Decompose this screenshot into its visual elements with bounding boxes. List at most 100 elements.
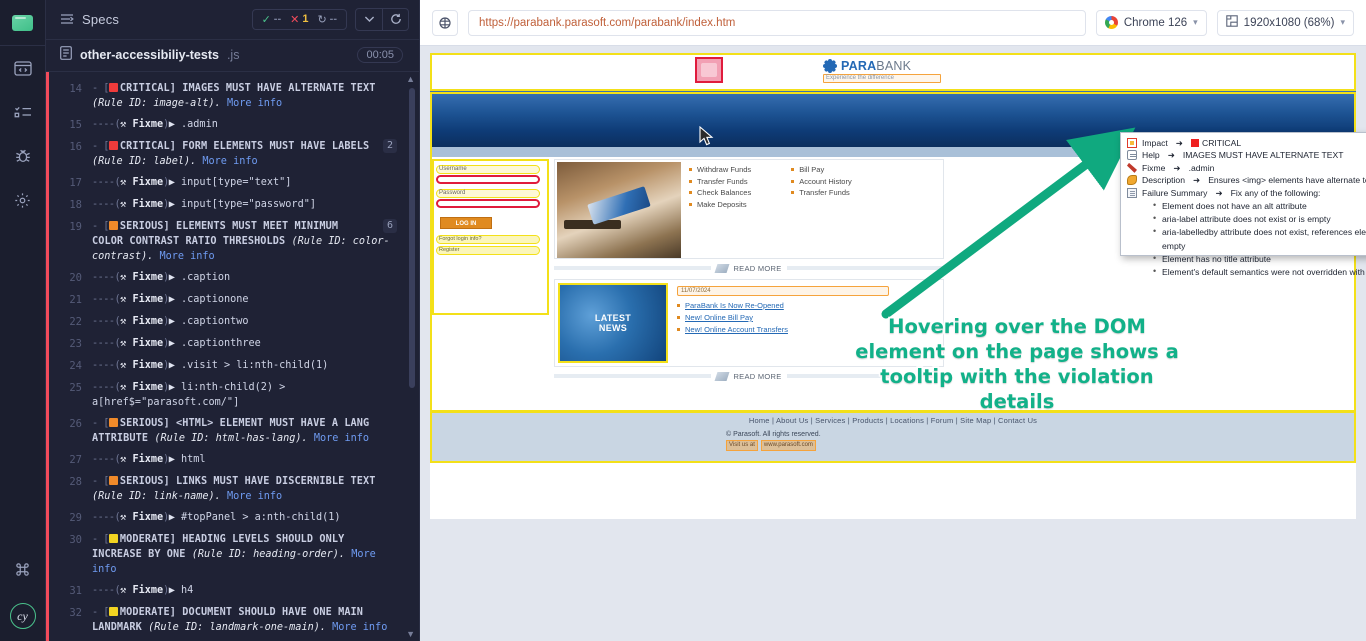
- more-info-link[interactable]: More info: [227, 491, 282, 502]
- expand-triangle-icon[interactable]: ▶: [169, 585, 181, 596]
- register-link[interactable]: Register: [436, 246, 540, 255]
- log-violation-row[interactable]: 30 - [MODERATE] HEADING LEVELS SHOULD ONL…: [46, 529, 419, 580]
- more-info-link[interactable]: More info: [227, 98, 282, 109]
- more-info-link[interactable]: More info: [202, 156, 257, 167]
- chevron-down-icon[interactable]: [356, 9, 382, 30]
- news-link[interactable]: New! Online Account Transfers: [677, 324, 788, 336]
- log-fixme-row[interactable]: 18 ----(⚒ Fixme)▶ input[type="password"]: [46, 194, 419, 216]
- fixme-label: ⚒ Fixme: [120, 511, 164, 523]
- spec-file-row[interactable]: other-accessibiliy-tests .js 00:05: [46, 40, 419, 71]
- cypress-account-badge[interactable]: cy: [0, 591, 46, 641]
- collapse-sidebar-icon[interactable]: [60, 13, 74, 25]
- tooltip-key: Description: [1142, 175, 1185, 186]
- browser-selector[interactable]: Chrome 126 ▾: [1095, 9, 1207, 36]
- log-violation-row[interactable]: 19 6- [SERIOUS] ELEMENTS MUST MEET MINIMU…: [46, 216, 419, 267]
- password-label: Password: [436, 189, 540, 198]
- log-line-text: ----(⚒ Fixme)▶ input[type="password"]: [92, 198, 316, 210]
- promo-list-item[interactable]: Transfer Funds: [791, 187, 852, 199]
- fixme-label: ⚒ Fixme: [120, 453, 164, 465]
- help-icon: [1127, 150, 1137, 161]
- more-info-link[interactable]: More info: [332, 622, 387, 633]
- log-fixme-row[interactable]: 29 ----(⚒ Fixme)▶ #topPanel > a:nth-child…: [46, 507, 419, 529]
- more-info-link[interactable]: More info: [314, 433, 369, 444]
- latest-news-text: LATEST NEWS: [595, 313, 631, 333]
- expand-triangle-icon[interactable]: ▶: [169, 382, 181, 393]
- log-scroll-area[interactable]: 14 - [CRITICAL] IMAGES MUST HAVE ALTERNAT…: [46, 70, 419, 641]
- tooltip-row: Help ➜ IMAGES MUST HAVE ALTERNATE TEXT: [1127, 149, 1366, 161]
- settings-icon[interactable]: [0, 178, 46, 222]
- read-more-2[interactable]: READ MORE: [554, 369, 944, 383]
- log-violation-row[interactable]: 26 - [SERIOUS] <HTML> ELEMENT MUST HAVE A…: [46, 413, 419, 449]
- log-fixme-row[interactable]: 27 ----(⚒ Fixme)▶ html: [46, 449, 419, 471]
- fixme-label: ⚒ Fixme: [120, 271, 164, 283]
- fixme-selector: .captionthree: [181, 337, 261, 349]
- forgot-login-link[interactable]: Forgot login info?: [436, 235, 540, 244]
- log-fixme-row[interactable]: 15 ----(⚒ Fixme)▶ .admin: [46, 114, 419, 136]
- news-link[interactable]: New! Online Bill Pay: [677, 312, 788, 324]
- promo-list-item[interactable]: Check Balances: [689, 187, 751, 199]
- log-fixme-row[interactable]: 25 ----(⚒ Fixme)▶ li:nth-child(2) > a[hre…: [46, 377, 419, 413]
- viewport-selector[interactable]: 1920x1080 (68%) ▾: [1216, 9, 1354, 36]
- log-line-text: ----(⚒ Fixme)▶ .captiontwo: [92, 315, 249, 327]
- fixme-selector: #topPanel > a:nth-child(1): [181, 511, 341, 523]
- expand-triangle-icon[interactable]: ▶: [169, 294, 181, 305]
- cy-badge-label: cy: [9, 603, 36, 629]
- expand-triangle-icon[interactable]: ▶: [169, 177, 181, 188]
- spec-panel-header: Specs ✓ -- ✕ 1 ↻ --: [46, 0, 419, 40]
- expand-triangle-icon[interactable]: ▶: [169, 119, 181, 130]
- expand-triangle-icon[interactable]: ▶: [169, 512, 181, 523]
- promo-list-item[interactable]: Account History: [791, 176, 852, 188]
- pending-count: --: [329, 13, 337, 26]
- news-link[interactable]: ParaBank Is Now Re-Opened: [677, 300, 788, 312]
- rerun-icon[interactable]: [382, 8, 408, 30]
- log-fixme-row[interactable]: 31 ----(⚒ Fixme)▶ h4: [46, 580, 419, 602]
- tooltip-value: IMAGES MUST HAVE ALTERNATE TEXT: [1182, 150, 1344, 161]
- log-fixme-row[interactable]: 22 ----(⚒ Fixme)▶ .captiontwo: [46, 311, 419, 333]
- viewport-icon: [1225, 15, 1238, 30]
- log-violation-row[interactable]: 32 - [MODERATE] DOCUMENT SHOULD HAVE ONE …: [46, 602, 419, 638]
- promo-list-item[interactable]: Withdraw Funds: [689, 164, 751, 176]
- chevron-down-icon: ▾: [1193, 17, 1198, 27]
- expand-triangle-icon[interactable]: ▶: [169, 454, 181, 465]
- log-violation-row[interactable]: 14 - [CRITICAL] IMAGES MUST HAVE ALTERNAT…: [46, 78, 419, 114]
- debug-icon[interactable]: [0, 134, 46, 178]
- log-line-text: ----(⚒ Fixme)▶ input[type="text"]: [92, 176, 292, 188]
- login-button[interactable]: LOG IN: [440, 217, 492, 229]
- log-fixme-row[interactable]: 21 ----(⚒ Fixme)▶ .captionone: [46, 289, 419, 311]
- log-violation-row[interactable]: 28 - [SERIOUS] LINKS MUST HAVE DISCERNIBL…: [46, 471, 419, 507]
- read-more-icon: [714, 263, 730, 273]
- reload-button[interactable]: [432, 9, 458, 36]
- log-fixme-row[interactable]: 23 ----(⚒ Fixme)▶ .captionthree: [46, 333, 419, 355]
- username-input[interactable]: [436, 175, 540, 184]
- scrollbar-track[interactable]: ▲ ▼: [406, 72, 417, 641]
- chevron-down-icon: ▾: [1340, 17, 1345, 27]
- scroll-up-arrow[interactable]: ▲: [406, 74, 415, 84]
- log-line-text: - [MODERATE] DOCUMENT SHOULD HAVE ONE MA…: [92, 606, 388, 633]
- keyboard-shortcut-icon[interactable]: [0, 547, 46, 591]
- expand-triangle-icon[interactable]: ▶: [169, 316, 181, 327]
- expand-triangle-icon[interactable]: ▶: [169, 272, 181, 283]
- runs-icon[interactable]: [0, 90, 46, 134]
- log-line-text: 6- [SERIOUS] ELEMENTS MUST MEET MINIMUM …: [92, 218, 397, 264]
- log-fixme-row[interactable]: 20 ----(⚒ Fixme)▶ .caption: [46, 267, 419, 289]
- tooltip-row: Failure Summary ➜ Fix any of the following…: [1127, 187, 1366, 199]
- expand-triangle-icon[interactable]: ▶: [169, 360, 181, 371]
- tooltip-row: Description ➜ Ensures <img> elements have …: [1127, 174, 1366, 186]
- more-info-link[interactable]: More info: [159, 251, 214, 262]
- cypress-logo[interactable]: [0, 0, 46, 46]
- tooltip-key: Impact: [1142, 138, 1168, 148]
- log-fixme-row[interactable]: 24 ----(⚒ Fixme)▶ .visit > li:nth-child(1…: [46, 355, 419, 377]
- specs-icon[interactable]: [0, 46, 46, 90]
- read-more-label: READ MORE: [733, 263, 782, 273]
- scrollbar-thumb[interactable]: [409, 87, 415, 388]
- promo-list-item[interactable]: Transfer Funds: [689, 176, 751, 188]
- password-input[interactable]: [436, 199, 540, 208]
- promo-list-item[interactable]: Bill Pay: [791, 164, 852, 176]
- expand-triangle-icon[interactable]: ▶: [169, 199, 181, 210]
- log-violation-row[interactable]: 16 2- [CRITICAL] FORM ELEMENTS MUST HAVE …: [46, 136, 419, 172]
- url-input[interactable]: https://parabank.parasoft.com/parabank/i…: [468, 9, 1086, 36]
- expand-triangle-icon[interactable]: ▶: [169, 338, 181, 349]
- scroll-down-arrow[interactable]: ▼: [406, 629, 415, 639]
- log-fixme-row[interactable]: 17 ----(⚒ Fixme)▶ input[type="text"]: [46, 172, 419, 194]
- promo-list-item[interactable]: Make Deposits: [689, 199, 751, 211]
